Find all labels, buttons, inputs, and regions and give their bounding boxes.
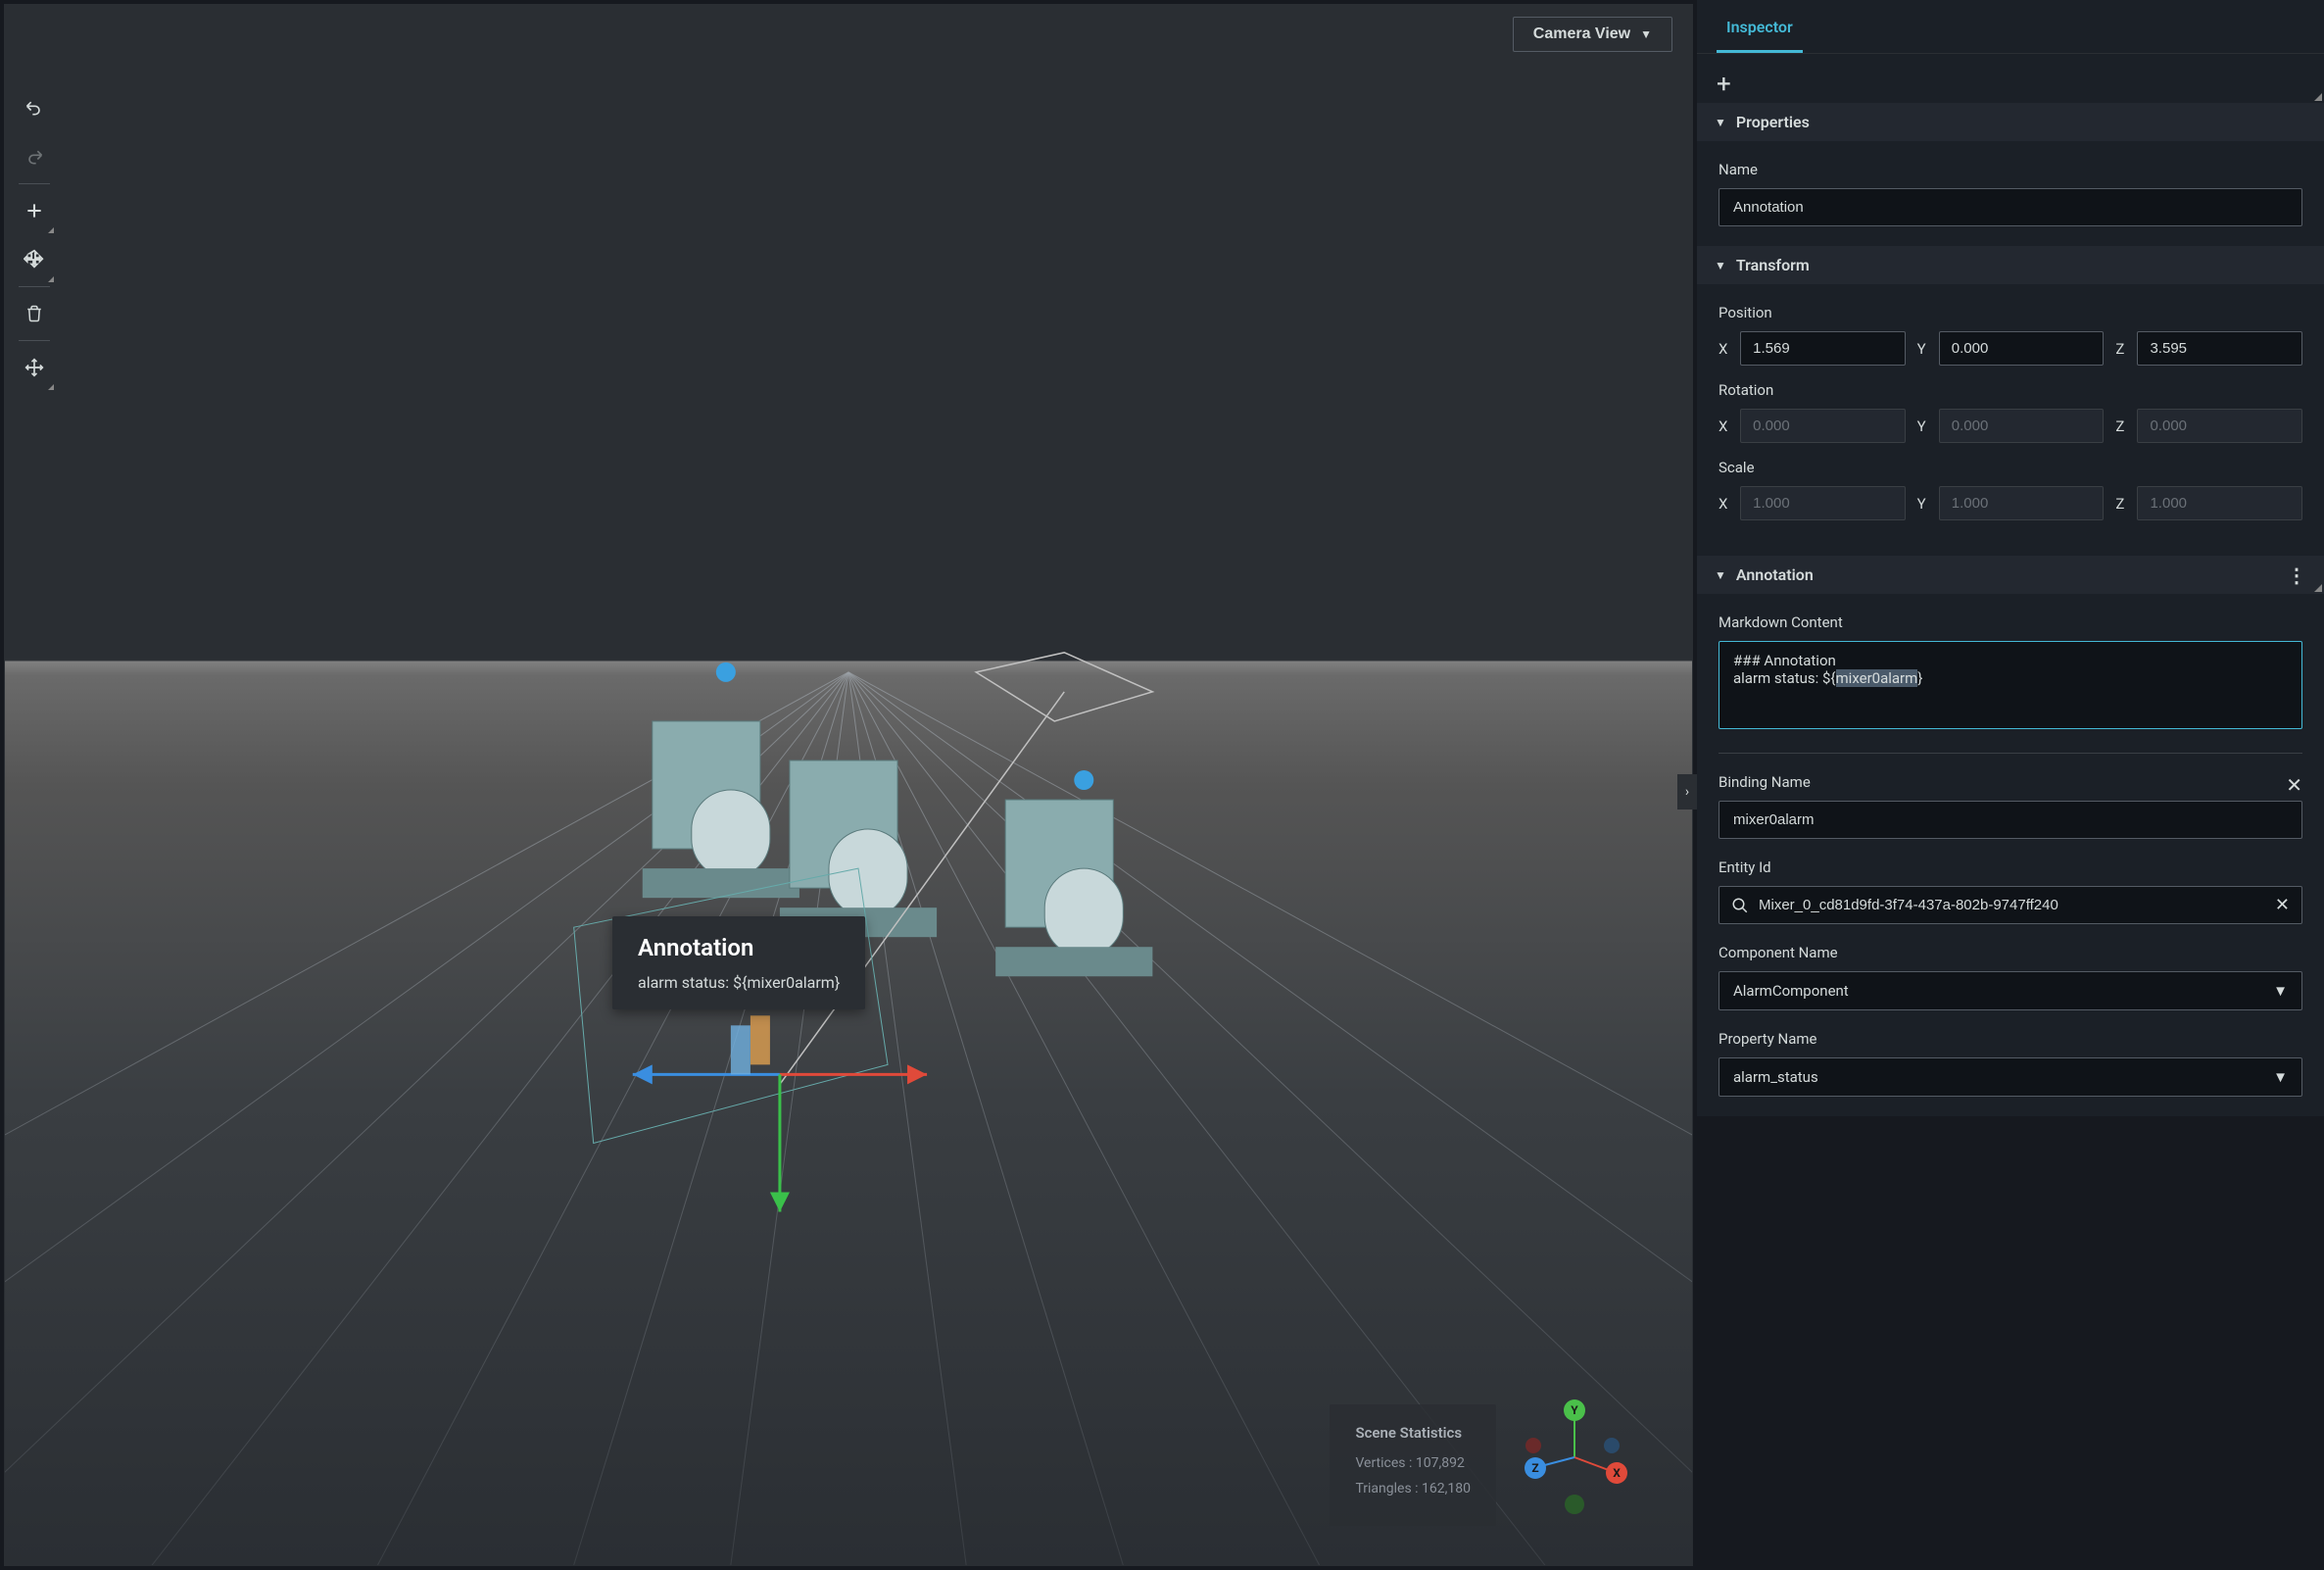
markdown-content-textarea[interactable]: ### Annotationalarm status: ${mixer0alar… bbox=[1719, 641, 2302, 729]
add-button[interactable] bbox=[13, 186, 56, 235]
section-annotation-label: Annotation bbox=[1736, 565, 1814, 584]
panel-collapse-button[interactable]: › bbox=[1677, 774, 1697, 810]
rotation-z-input[interactable] bbox=[2137, 409, 2302, 443]
viewport-toolbar bbox=[13, 83, 56, 392]
section-properties-label: Properties bbox=[1736, 113, 1810, 131]
annotation-overlay-status: alarm status: ${mixer0alarm} bbox=[638, 973, 840, 992]
scale-z-input[interactable] bbox=[2137, 486, 2302, 520]
section-annotation[interactable]: ▼ Annotation ⋮ bbox=[1697, 556, 2324, 594]
transform-button[interactable] bbox=[13, 235, 56, 284]
camera-view-label: Camera View bbox=[1533, 25, 1630, 43]
property-name-label: Property Name bbox=[1719, 1030, 2302, 1048]
section-properties[interactable]: ▼ Properties bbox=[1697, 103, 2324, 141]
search-icon bbox=[1731, 897, 1749, 914]
binding-name-label: Binding Name bbox=[1719, 773, 2302, 791]
scene-stats-title: Scene Statistics bbox=[1355, 1424, 1471, 1442]
rotation-x-input[interactable] bbox=[1740, 409, 1906, 443]
section-transform-label: Transform bbox=[1736, 256, 1810, 274]
undo-button[interactable] bbox=[13, 83, 56, 132]
move-button[interactable] bbox=[13, 343, 56, 392]
entity-id-field[interactable] bbox=[1759, 897, 2265, 913]
section-transform[interactable]: ▼ Transform bbox=[1697, 246, 2324, 284]
scene-statistics-panel: Scene Statistics Vertices : 107,892 Tria… bbox=[1330, 1404, 1496, 1526]
mixer-model-2 bbox=[780, 760, 937, 937]
caret-down-icon: ▼ bbox=[1715, 259, 1726, 272]
svg-text:Y: Y bbox=[1571, 1403, 1578, 1417]
clear-entity-button[interactable]: ✕ bbox=[2275, 895, 2290, 915]
chevron-down-icon: ▼ bbox=[2273, 1068, 2288, 1086]
markdown-content-label: Markdown Content bbox=[1719, 613, 2302, 631]
caret-down-icon: ▼ bbox=[1715, 116, 1726, 129]
inspector-panel: Inspector + ▼ Properties Name ▼ Transfor… bbox=[1697, 0, 2324, 1116]
rotation-y-input[interactable] bbox=[1939, 409, 2105, 443]
camera-view-button[interactable]: Camera View bbox=[1513, 17, 1672, 52]
name-input[interactable] bbox=[1719, 188, 2302, 226]
component-name-label: Component Name bbox=[1719, 944, 2302, 961]
remove-binding-button[interactable]: ✕ bbox=[2286, 773, 2302, 797]
tab-inspector[interactable]: Inspector bbox=[1717, 0, 1803, 53]
expand-corner-icon bbox=[2314, 93, 2322, 101]
binding-name-input[interactable] bbox=[1719, 801, 2302, 839]
chevron-down-icon: ▼ bbox=[2273, 982, 2288, 1000]
add-component-button[interactable]: + bbox=[1717, 70, 1731, 99]
position-x-input[interactable] bbox=[1740, 331, 1906, 366]
rotation-label: Rotation bbox=[1719, 381, 2302, 399]
entity-id-label: Entity Id bbox=[1719, 859, 2302, 876]
annotation-overlay: Annotation alarm status: ${mixer0alarm} bbox=[612, 916, 865, 1009]
entity-id-input[interactable]: ✕ bbox=[1719, 886, 2302, 924]
more-icon[interactable]: ⋮ bbox=[2287, 564, 2306, 587]
delete-button[interactable] bbox=[13, 289, 56, 338]
redo-button[interactable] bbox=[13, 132, 56, 181]
expand-corner-icon bbox=[2314, 584, 2322, 592]
annotation-overlay-title: Annotation bbox=[638, 934, 840, 961]
caret-down-icon: ▼ bbox=[1715, 568, 1726, 582]
scale-label: Scale bbox=[1719, 459, 2302, 476]
scale-x-input[interactable] bbox=[1740, 486, 1906, 520]
property-name-select[interactable]: alarm_status ▼ bbox=[1719, 1057, 2302, 1097]
position-z-input[interactable] bbox=[2137, 331, 2302, 366]
viewport-3d[interactable] bbox=[5, 5, 1692, 1565]
position-label: Position bbox=[1719, 304, 2302, 321]
axis-gizmo[interactable]: Y X Z bbox=[1516, 1398, 1633, 1516]
translate-gizmo bbox=[633, 1015, 927, 1211]
scene-stats-vertices: Vertices : 107,892 bbox=[1355, 1455, 1471, 1471]
svg-text:Z: Z bbox=[1531, 1461, 1538, 1475]
svg-text:X: X bbox=[1613, 1466, 1621, 1480]
name-label: Name bbox=[1719, 161, 2302, 178]
scene-stats-triangles: Triangles : 162,180 bbox=[1355, 1481, 1471, 1496]
scale-y-input[interactable] bbox=[1939, 486, 2105, 520]
position-y-input[interactable] bbox=[1939, 331, 2105, 366]
component-name-select[interactable]: AlarmComponent ▼ bbox=[1719, 971, 2302, 1010]
